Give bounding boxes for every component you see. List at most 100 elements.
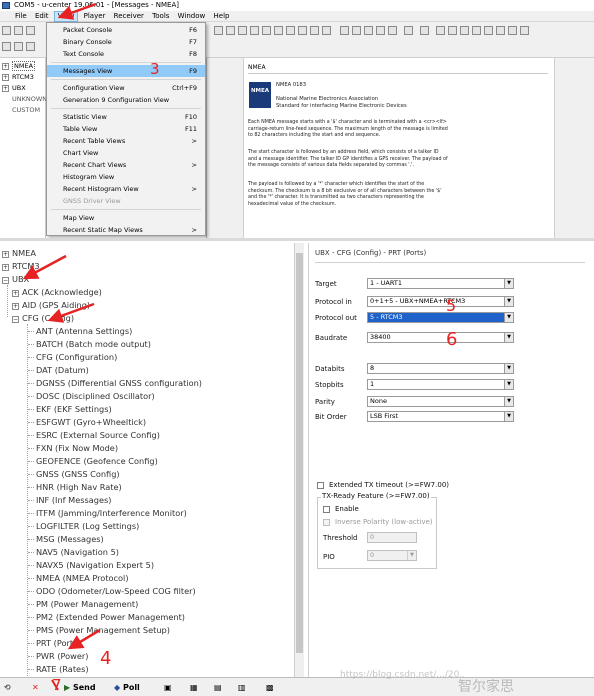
menu-tools[interactable]: Tools (149, 11, 172, 22)
tree-cfg-item[interactable]: EKF (EKF Settings) (36, 403, 112, 416)
tree-cfg-item[interactable]: NAVX5 (Navigation Expert 5) (36, 559, 154, 572)
tree-cfg-item[interactable]: BATCH (Batch mode output) (36, 338, 151, 351)
tree-cfg-item[interactable]: DGNSS (Differential GNSS configuration) (36, 377, 202, 390)
menu-item-binary-console[interactable]: Binary Console F7 (47, 36, 205, 48)
toolbar-icon[interactable] (448, 26, 457, 35)
protocol-in-select[interactable]: 0+1+5 - UBX+NMEA+RTCM3 ▼ (367, 296, 514, 307)
menu-item-recent-histogram-view[interactable]: Recent Histogram View > (47, 183, 205, 195)
menu-item-recent-chart-views[interactable]: Recent Chart Views > (47, 159, 205, 171)
toolbar-icon[interactable] (460, 26, 469, 35)
toolbar-icon[interactable] (286, 26, 295, 35)
toolbar-icon[interactable] (310, 26, 319, 35)
toolbar-button[interactable]: ▥ (238, 681, 246, 694)
tree-ubx-aid[interactable]: + AID (GPS Aiding) (12, 299, 90, 312)
close-icon[interactable]: ✕ (32, 681, 39, 694)
tree-item-unknown[interactable]: UNKNOWN (2, 94, 47, 105)
toolbar-icon[interactable] (250, 26, 259, 35)
toolbar-icon[interactable] (14, 42, 23, 51)
poll-button[interactable]: ◆ Poll (114, 681, 140, 694)
menu-player[interactable]: Player (81, 11, 109, 22)
tree-cfg-item[interactable]: ESFGWT (Gyro+Wheeltick) (36, 416, 146, 429)
tree-root-nmea[interactable]: + NMEA (2, 247, 36, 260)
baudrate-select[interactable]: 38400 ▼ (367, 332, 514, 343)
menu-item-gen9-configuration-view[interactable]: Generation 9 Configuration View (47, 94, 205, 106)
tree-cfg-item[interactable]: PM (Power Management) (36, 598, 138, 611)
toolbar-icon[interactable] (364, 26, 373, 35)
stopbits-select[interactable]: 1 ▼ (367, 379, 514, 390)
toolbar-icon[interactable] (388, 26, 397, 35)
tree-cfg-item[interactable]: LOGFILTER (Log Settings) (36, 520, 139, 533)
extended-tx-timeout-checkbox[interactable] (317, 482, 324, 489)
tree-cfg-item[interactable]: ESRC (External Source Config) (36, 429, 160, 442)
menu-receiver[interactable]: Receiver (111, 11, 147, 22)
lock-icon[interactable]: ▣ (164, 681, 172, 694)
menu-help[interactable]: Help (211, 11, 233, 22)
toolbar-icon[interactable] (26, 42, 35, 51)
menu-item-configuration-view[interactable]: Configuration View Ctrl+F9 (47, 82, 205, 94)
menu-view[interactable]: View (53, 11, 79, 22)
toolbar-icon[interactable] (2, 42, 11, 51)
toolbar-button[interactable]: ▤ (214, 681, 222, 694)
menu-item-map-view[interactable]: Map View (47, 212, 205, 224)
tree-scrollbar-thumb[interactable] (296, 253, 303, 653)
tree-cfg-item[interactable]: HNR (High Nav Rate) (36, 481, 122, 494)
tree-cfg-item[interactable]: ANT (Antenna Settings) (36, 325, 132, 338)
toolbar-icon[interactable] (226, 26, 235, 35)
menu-item-recent-static-map-views[interactable]: Recent Static Map Views > (47, 224, 205, 236)
menu-item-table-view[interactable]: Table View F11 (47, 123, 205, 135)
toolbar-icon[interactable] (484, 26, 493, 35)
tree-cfg-item[interactable]: ODO (Odometer/Low-Speed COG filter) (36, 585, 196, 598)
tree-cfg-item[interactable]: DAT (Datum) (36, 364, 89, 377)
tree-ubx-ack[interactable]: + ACK (Acknowledge) (12, 286, 102, 299)
tree-cfg-item[interactable]: NMEA (NMEA Protocol) (36, 572, 129, 585)
tree-cfg-item[interactable]: RATE (Rates) (36, 663, 89, 676)
tree-item-custom[interactable]: CUSTOM (2, 105, 45, 116)
undo-icon[interactable]: ⟲ (4, 681, 11, 694)
toolbar-icon[interactable] (508, 26, 517, 35)
tree-cfg-item[interactable]: PWR (Power) (36, 650, 88, 663)
tree-cfg-item[interactable]: PMS (Power Management Setup) (36, 624, 170, 637)
toolbar-icon[interactable] (26, 26, 35, 35)
target-select[interactable]: 1 - UART1 ▼ (367, 278, 514, 289)
toolbar-icon[interactable] (340, 26, 349, 35)
tree-cfg-item[interactable]: NAV5 (Navigation 5) (36, 546, 119, 559)
toolbar-button[interactable]: ▩ (266, 681, 274, 694)
parity-select[interactable]: None ▼ (367, 396, 514, 407)
tree-cfg-item[interactable]: ITFM (Jamming/Interference Monitor) (36, 507, 187, 520)
menu-item-recent-table-views[interactable]: Recent Table Views > (47, 135, 205, 147)
toolbar-icon[interactable] (352, 26, 361, 35)
menu-window[interactable]: Window (175, 11, 209, 22)
menu-file[interactable]: File (12, 11, 30, 22)
toolbar-icon[interactable] (436, 26, 445, 35)
toolbar-icon[interactable] (298, 26, 307, 35)
tree-cfg-item[interactable]: GEOFENCE (Geofence Config) (36, 455, 158, 468)
toolbar-icon[interactable] (472, 26, 481, 35)
toolbar-icon[interactable] (420, 26, 429, 35)
tree-cfg-item[interactable]: DOSC (Disciplined Oscillator) (36, 390, 155, 403)
menu-item-statistic-view[interactable]: Statistic View F10 (47, 111, 205, 123)
tree-item-nmea[interactable]: + NMEA (2, 61, 45, 72)
tree-cfg-item[interactable]: PRT (Ports) (36, 637, 81, 650)
databits-select[interactable]: 8 ▼ (367, 363, 514, 374)
camera-icon[interactable]: ▦ (190, 681, 198, 694)
tree-cfg-item[interactable]: GNSS (GNSS Config) (36, 468, 120, 481)
menu-item-chart-view[interactable]: Chart View (47, 147, 205, 159)
toolbar-icon[interactable] (238, 26, 247, 35)
tree-ubx-cfg[interactable]: − CFG (Config) (12, 312, 74, 325)
toolbar-icon[interactable] (14, 26, 23, 35)
toolbar-icon[interactable] (322, 26, 331, 35)
menu-item-histogram-view[interactable]: Histogram View (47, 171, 205, 183)
tree-cfg-item[interactable]: PM2 (Extended Power Management) (36, 611, 185, 624)
tree-item-rtcm3[interactable]: + RTCM3 (2, 72, 45, 83)
bit-order-select[interactable]: LSB First ▼ (367, 411, 514, 422)
toolbar-icon[interactable] (274, 26, 283, 35)
toolbar-icon[interactable] (496, 26, 505, 35)
toolbar-icon[interactable] (214, 26, 223, 35)
toolbar-icon[interactable] (404, 26, 413, 35)
protocol-out-select[interactable]: 5 - RTCM3 ▼ (367, 312, 514, 323)
toolbar-icon[interactable] (262, 26, 271, 35)
tree-item-ubx[interactable]: + UBX (2, 83, 45, 94)
tree-cfg-item[interactable]: CFG (Configuration) (36, 351, 117, 364)
tree-cfg-item[interactable]: MSG (Messages) (36, 533, 104, 546)
menu-item-packet-console[interactable]: Packet Console F6 (47, 24, 205, 36)
